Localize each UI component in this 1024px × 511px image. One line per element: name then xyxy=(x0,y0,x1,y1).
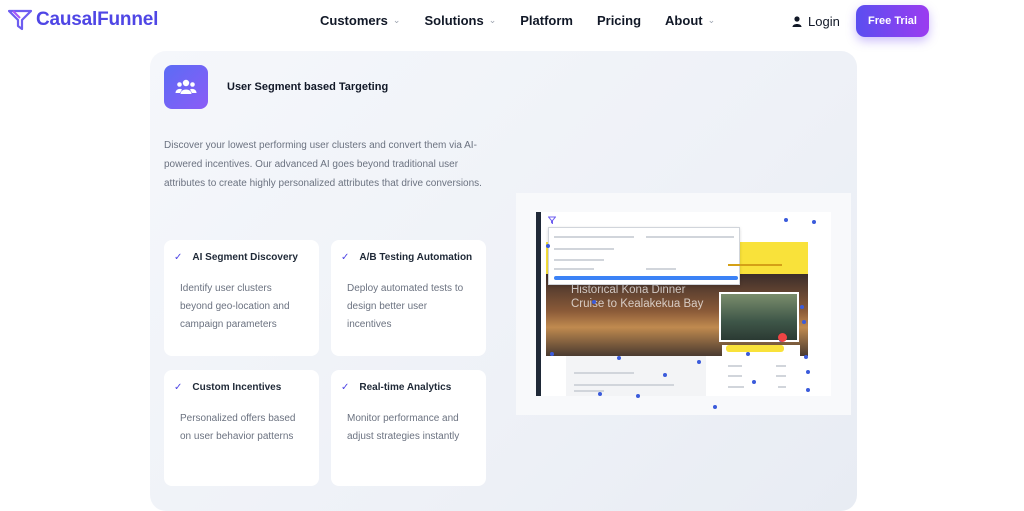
preview-hero-title: Historical Kona Dinner Cruise to Kealake… xyxy=(571,284,704,310)
preview-line xyxy=(728,365,742,367)
preview-line xyxy=(646,268,676,270)
menu-customers[interactable]: Customers ⌄ xyxy=(320,13,400,28)
preview-dot xyxy=(804,355,808,359)
menu-about[interactable]: About ⌄ xyxy=(665,13,715,28)
preview-dot xyxy=(636,394,640,398)
preview-line xyxy=(776,365,786,367)
preview-dot xyxy=(806,370,810,374)
preview-yellow-line xyxy=(728,264,782,266)
user-icon xyxy=(792,16,802,27)
preview-line xyxy=(574,372,634,374)
menu-solutions-label: Solutions xyxy=(424,13,484,28)
preview-dot xyxy=(598,392,602,396)
preview-line xyxy=(728,386,744,388)
preview-book-button xyxy=(726,345,784,352)
check-icon: ✓ xyxy=(341,382,350,393)
chevron-down-icon: ⌄ xyxy=(707,15,716,25)
menu-customers-label: Customers xyxy=(320,13,388,28)
top-navigation: CausalFunnel Customers ⌄ Solutions ⌄ Platf… xyxy=(0,0,1024,44)
feature-real-time-analytics: ✓ Real-time Analytics Monitor performance… xyxy=(331,370,486,486)
preview-line xyxy=(776,375,786,377)
brand-logo[interactable]: CausalFunnel xyxy=(8,9,158,31)
feature-title: Real-time Analytics xyxy=(359,382,452,393)
login-label: Login xyxy=(808,14,840,29)
user-group-icon-box xyxy=(164,65,208,109)
login-link[interactable]: Login xyxy=(792,14,840,29)
preview-dot xyxy=(746,352,750,356)
preview-sidebar xyxy=(536,212,541,396)
free-trial-button[interactable]: Free Trial xyxy=(856,5,929,37)
check-icon: ✓ xyxy=(174,252,183,263)
preview-dot xyxy=(752,380,756,384)
chevron-down-icon: ⌄ xyxy=(392,15,401,25)
chevron-down-icon: ⌄ xyxy=(488,15,497,25)
preview-funnel-icon xyxy=(548,216,556,224)
preview-dot xyxy=(592,300,596,304)
funnel-logo-icon xyxy=(8,9,32,31)
feature-description: Monitor performance and adjust strategie… xyxy=(347,413,460,442)
preview-line xyxy=(554,248,614,250)
preview-dot xyxy=(800,305,804,309)
brand-name: CausalFunnel xyxy=(36,9,159,30)
preview-dot xyxy=(784,218,788,222)
preview-dot xyxy=(550,352,554,356)
feature-description: Personalized offers based on user behavi… xyxy=(180,413,296,442)
preview-dot xyxy=(806,388,810,392)
preview-line xyxy=(554,236,634,238)
preview-line xyxy=(554,268,594,270)
feature-title: AI Segment Discovery xyxy=(192,252,298,263)
preview-record-icon xyxy=(778,333,787,342)
preview-dot xyxy=(617,356,621,360)
card-title: User Segment based Targeting xyxy=(227,81,389,93)
main-menu: Customers ⌄ Solutions ⌄ Platform Pricing A… xyxy=(320,13,739,28)
feature-description: Identify user clusters beyond geo-locati… xyxy=(180,283,290,330)
feature-title: Custom Incentives xyxy=(192,382,282,393)
preview-dot xyxy=(546,244,550,248)
preview-line xyxy=(574,384,674,386)
preview-dot xyxy=(802,320,806,324)
preview-line xyxy=(778,386,786,388)
preview-dot xyxy=(713,405,717,409)
feature-ai-segment-discovery: ✓ AI Segment Discovery Identify user clus… xyxy=(164,240,319,356)
preview-booking-box xyxy=(722,345,800,396)
preview-dot xyxy=(697,360,701,364)
feature-custom-incentives: ✓ Custom Incentives Personalized offers b… xyxy=(164,370,319,486)
feature-ab-testing-automation: ✓ A/B Testing Automation Deploy automated… xyxy=(331,240,486,356)
preview-inset-image xyxy=(719,292,799,342)
preview-line xyxy=(728,375,742,377)
feature-title: A/B Testing Automation xyxy=(359,252,473,263)
menu-platform-label: Platform xyxy=(520,13,573,28)
preview-dot xyxy=(663,373,667,377)
preview-apply-bar xyxy=(554,276,738,280)
card-description: Discover your lowest performing user clu… xyxy=(164,140,482,189)
preview-line xyxy=(646,236,734,238)
menu-about-label: About xyxy=(665,13,703,28)
check-icon: ✓ xyxy=(174,382,183,393)
preview-line xyxy=(554,259,604,261)
feature-description: Deploy automated tests to design better … xyxy=(347,283,464,330)
menu-solutions[interactable]: Solutions ⌄ xyxy=(424,13,496,28)
menu-platform[interactable]: Platform xyxy=(520,13,573,28)
preview-dot xyxy=(812,220,816,224)
check-icon: ✓ xyxy=(341,252,350,263)
menu-pricing-label: Pricing xyxy=(596,13,642,28)
menu-pricing[interactable]: Pricing xyxy=(597,13,641,28)
user-group-icon xyxy=(175,79,197,94)
